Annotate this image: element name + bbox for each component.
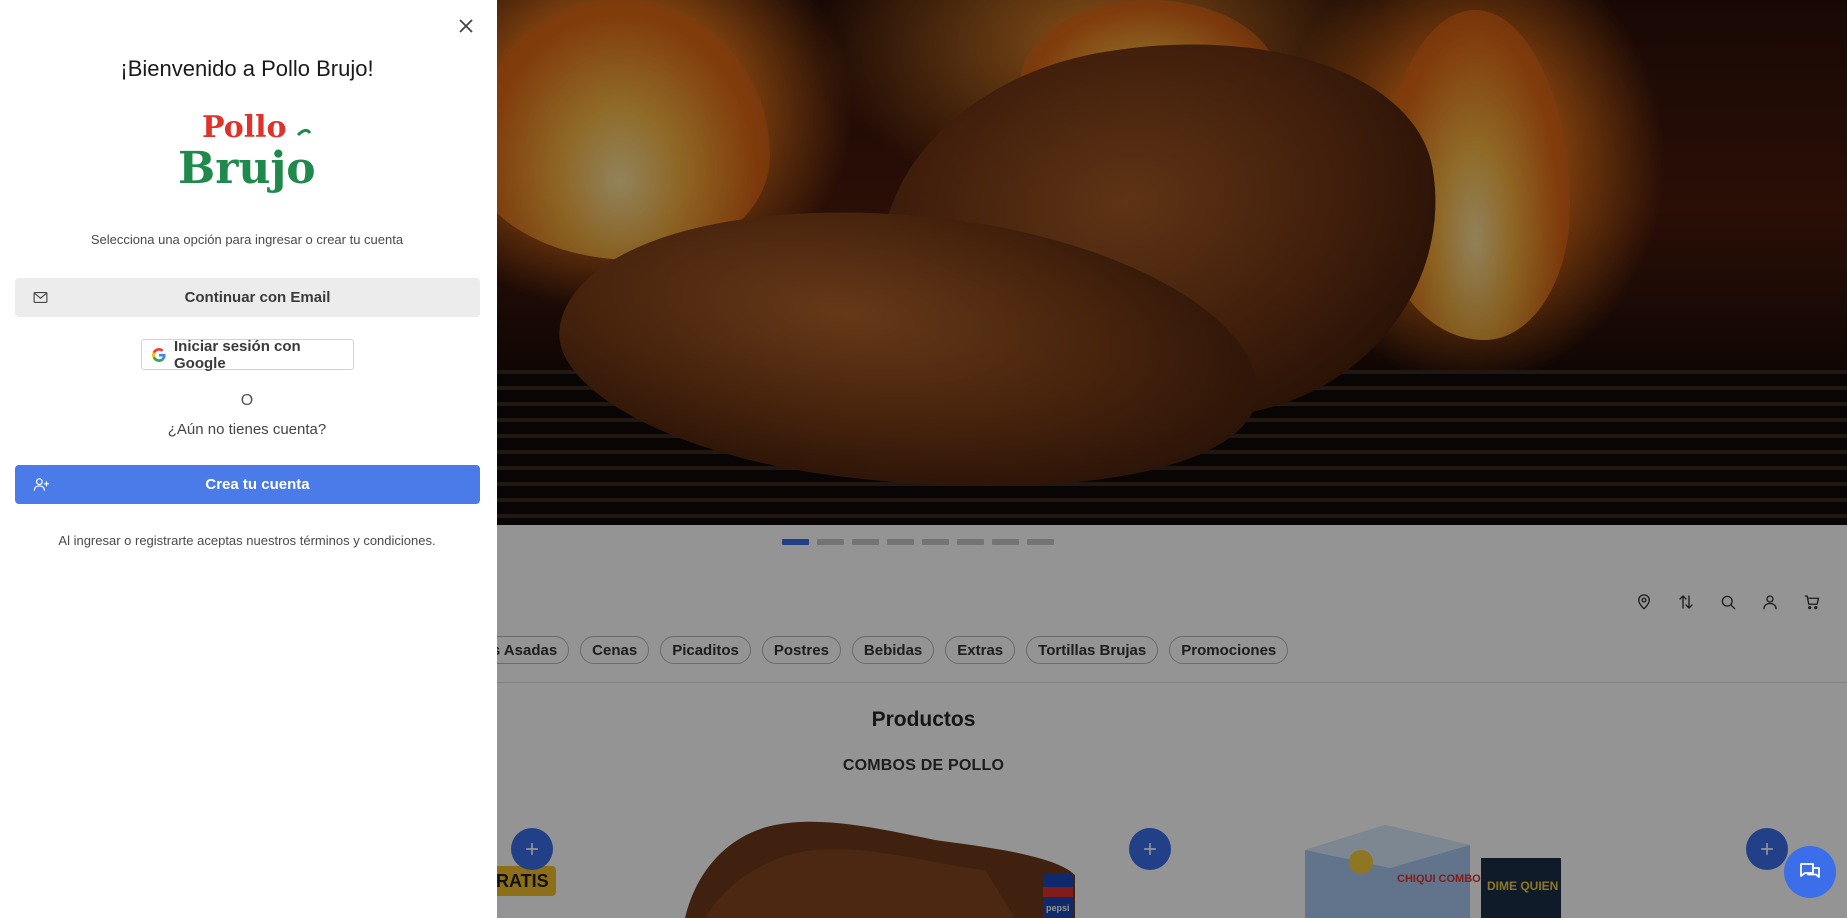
email-button-label: Continuar con Email bbox=[184, 289, 331, 306]
or-separator: O bbox=[240, 392, 254, 409]
close-icon bbox=[459, 19, 473, 33]
chat-button[interactable] bbox=[1784, 846, 1836, 898]
welcome-title: ¡Bienvenido a Pollo Brujo! bbox=[120, 56, 374, 81]
login-subtitle: Selecciona una opción para ingresar o cr… bbox=[90, 232, 404, 247]
close-button[interactable] bbox=[456, 16, 476, 36]
google-icon bbox=[152, 347, 166, 362]
google-sign-in-button[interactable]: Iniciar sesión con Google bbox=[141, 337, 354, 372]
terms-text[interactable]: Al ingresar o registrarte aceptas nuestr… bbox=[0, 533, 494, 548]
logo-text-bottom: Brujo bbox=[178, 143, 316, 194]
continue-with-email-button[interactable]: Continuar con Email bbox=[15, 278, 480, 317]
no-account-text: ¿Aún no tienes cuenta? bbox=[167, 421, 327, 438]
mail-icon bbox=[32, 289, 49, 306]
pollo-brujo-logo: Pollo Brujo bbox=[176, 105, 316, 195]
create-account-label: Crea tu cuenta bbox=[205, 476, 310, 493]
login-drawer: ¡Bienvenido a Pollo Brujo! Pollo Brujo S… bbox=[0, 0, 497, 918]
google-button-label: Iniciar sesión con Google bbox=[174, 337, 301, 372]
user-plus-icon bbox=[33, 476, 50, 493]
create-account-button[interactable]: Crea tu cuenta bbox=[15, 465, 480, 504]
chat-icon bbox=[1800, 863, 1820, 878]
logo-text-top: Pollo bbox=[202, 110, 287, 145]
